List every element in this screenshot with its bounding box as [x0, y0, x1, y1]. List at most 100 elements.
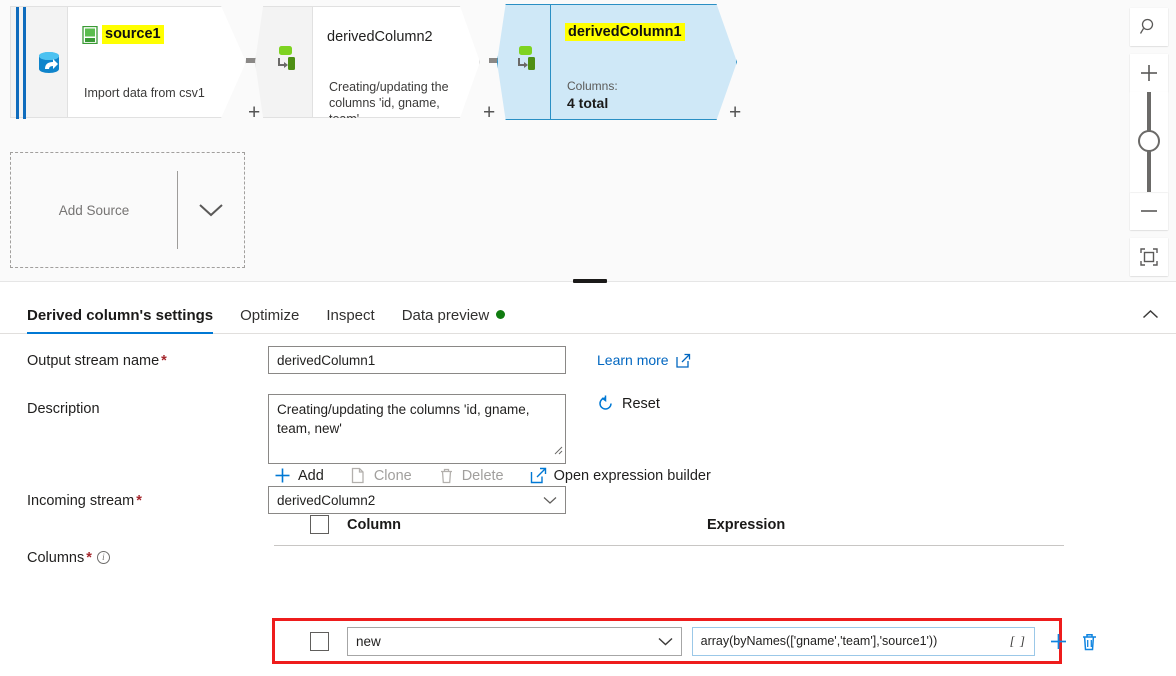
learn-more-label: Learn more [597, 352, 669, 368]
derivedcolumn1-columns-value: 4 total [567, 95, 609, 111]
output-stream-input[interactable] [268, 346, 566, 374]
columns-grid-header: Column Expression [274, 504, 1064, 546]
panel-collapse-button[interactable] [1136, 300, 1164, 328]
columns-row: Columns * i [0, 543, 1176, 573]
derivedcolumn1-body[interactable]: derivedColumn1 Columns: 4 total [551, 4, 737, 120]
output-stream-label-text: Output stream name [27, 353, 160, 369]
open-expression-builder-button[interactable]: Open expression builder [530, 467, 711, 484]
data-flow-designer: source1 Import data from csv1 + derivedC… [0, 0, 1176, 676]
description-row: Description Creating/updating the column… [0, 394, 1176, 464]
description-label: Description [0, 394, 268, 424]
clone-column-label: Clone [373, 467, 412, 484]
trash-icon [438, 467, 455, 484]
add-column-label: Add [298, 467, 324, 484]
derivedcolumn1-columns-caption: Columns: [567, 79, 618, 93]
add-column-button[interactable]: Add [274, 467, 324, 484]
chevron-down-icon [658, 637, 673, 645]
expression-brackets-icon[interactable]: [ ] [1010, 633, 1026, 649]
plus-icon [274, 467, 291, 484]
derived-column-icon [518, 46, 535, 70]
info-icon[interactable]: i [96, 551, 110, 564]
column-name-select[interactable]: new [347, 626, 682, 656]
zoom-slider-handle[interactable] [1138, 130, 1160, 152]
columns-label-text: Columns [27, 550, 85, 566]
description-label-text: Description [27, 401, 100, 417]
derivedcolumn2-rail [255, 6, 313, 118]
reset-label: Reset [622, 395, 660, 412]
canvas-toolbar[interactable] [1130, 8, 1168, 276]
derived-column-icon [278, 46, 295, 70]
output-stream-row: Output stream name * [0, 346, 1176, 376]
external-link-icon [675, 353, 690, 368]
data-preview-status-dot [496, 310, 506, 319]
tab-label: Optimize [240, 307, 300, 324]
incoming-stream-label: Incoming stream * [0, 486, 268, 516]
add-source-button[interactable]: Add Source [10, 152, 245, 268]
table-row: new array(byNames(['gname','team'],'sour… [274, 623, 1100, 659]
tab-data-preview[interactable]: Data preview [402, 307, 506, 333]
fit-to-screen-button[interactable] [1130, 238, 1168, 276]
zoom-out-button[interactable] [1130, 192, 1168, 230]
plus-icon [1050, 633, 1066, 649]
add-after-derivedcolumn2-button[interactable]: + [483, 102, 495, 123]
chevron-down-icon [199, 204, 223, 217]
tab-label: Data preview [401, 307, 490, 324]
add-source-label: Add Source [58, 202, 130, 218]
copy-icon [350, 467, 367, 484]
row-select-checkbox[interactable] [310, 631, 329, 651]
delete-row-button[interactable] [1078, 630, 1100, 652]
tab-derived-columns-settings[interactable]: Derived column's settings [27, 307, 214, 334]
open-expression-builder-label: Open expression builder [553, 467, 711, 484]
tab-optimize[interactable]: Optimize [240, 307, 299, 333]
derivedcolumn2-subtitle: Creating/updating the columns 'id, gname… [329, 80, 449, 126]
zoom-in-button[interactable] [1130, 54, 1168, 92]
clone-column-button: Clone [350, 467, 412, 484]
column-name-value: new [356, 633, 381, 649]
tab-label: Inspect [326, 307, 375, 324]
fit-to-screen-icon [1140, 248, 1158, 266]
derivedcolumn1-label: derivedColumn1 [565, 23, 685, 41]
settings-panel: Derived column's settings Optimize Inspe… [0, 279, 1176, 676]
csv-file-icon [82, 25, 98, 44]
minus-icon [1141, 210, 1157, 212]
panel-resize-handle[interactable] [573, 279, 607, 283]
source-node-body[interactable]: source1 Import data from csv1 [68, 6, 246, 118]
derivedcolumn2-body[interactable]: derivedColumn2 Creating/updating the col… [313, 6, 480, 118]
select-all-checkbox[interactable] [310, 515, 329, 534]
plus-icon [1141, 65, 1157, 81]
incoming-stream-label-text: Incoming stream [27, 493, 135, 509]
columns-command-bar: Add Clone Delete Open expression builder [274, 467, 737, 484]
derivedcolumn1-rail [497, 4, 551, 120]
delete-column-label: Delete [461, 467, 504, 484]
zoom-slider[interactable] [1130, 92, 1168, 192]
add-after-derivedcolumn1-button[interactable]: + [729, 102, 741, 123]
output-stream-label: Output stream name * [0, 346, 268, 376]
tab-label: Derived column's settings [27, 307, 214, 324]
expression-input[interactable]: array(byNames(['gname','team'],'source1'… [691, 626, 1035, 656]
required-asterisk: * [161, 353, 167, 369]
database-cylinder-icon [39, 52, 59, 73]
source-node-title-row: source1 [82, 25, 164, 44]
derivedcolumn1-title-row: derivedColumn1 [565, 23, 685, 41]
add-row-button[interactable] [1047, 630, 1069, 652]
graph-node-derivedcolumn2[interactable]: derivedColumn2 Creating/updating the col… [255, 6, 495, 123]
expression-value: array(byNames(['gname','team'],'source1'… [700, 634, 938, 648]
canvas-search-button[interactable] [1130, 8, 1168, 46]
external-link-icon [530, 467, 547, 484]
add-source-dropdown-button[interactable] [178, 201, 244, 219]
graph-node-derivedcolumn1[interactable]: derivedColumn1 Columns: 4 total + [497, 4, 741, 123]
tab-inspect[interactable]: Inspect [326, 307, 374, 333]
learn-more-link[interactable]: Learn more [597, 352, 691, 368]
graph-node-source1[interactable]: source1 Import data from csv1 + [10, 6, 260, 123]
description-textarea[interactable]: Creating/updating the columns 'id, gname… [268, 394, 566, 464]
required-asterisk: * [136, 493, 142, 509]
reset-button[interactable]: Reset [597, 395, 660, 412]
panel-tabs[interactable]: Derived column's settings Optimize Inspe… [0, 292, 1176, 334]
column-header-column: Column [347, 516, 401, 533]
refresh-circle-icon [599, 395, 612, 410]
data-flow-canvas[interactable]: source1 Import data from csv1 + derivedC… [0, 0, 1176, 282]
columns-label: Columns * i [0, 543, 268, 573]
search-zoom-icon [1139, 18, 1154, 34]
chevron-up-icon [1142, 309, 1158, 318]
source-node-label: source1 [102, 25, 164, 44]
